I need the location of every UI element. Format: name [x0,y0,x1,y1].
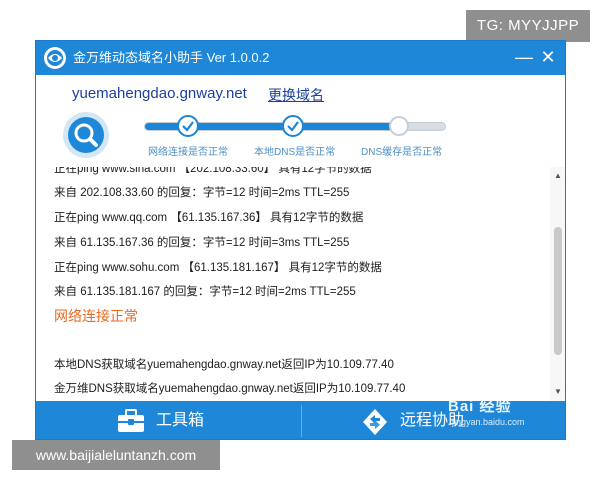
baidu-watermark: Bai 经验 [448,398,512,415]
close-button[interactable]: ✕ [537,46,559,68]
footer-divider [301,405,302,437]
scroll-up-arrow[interactable]: ▲ [550,169,565,183]
remote-assist-icon [363,409,387,435]
watermark-site: www.baijialeluntanzh.com [12,440,220,470]
titlebar: 金万维动态域名小助手 Ver 1.0.0.2 — ✕ [36,41,565,75]
window-title: 金万维动态域名小助手 Ver 1.0.0.2 [73,50,270,65]
step-1-label: 网络连接是否正常 [148,147,228,158]
baidu-watermark-url: jingyan.baidu.com [452,417,525,427]
log-area: 正在ping www.sina.com 【202.108.33.60】 具有12… [36,167,550,401]
app-window: 金万维动态域名小助手 Ver 1.0.0.2 — ✕ yuemahengdao.… [35,40,566,440]
scroll-thumb[interactable] [554,227,562,355]
dns-line-gnway: 金万维DNS获取域名yuemahengdao.gnway.net返回IP为10.… [54,383,406,395]
step-2-check-icon [282,115,304,137]
dns-line-local: 本地DNS获取域名yuemahengdao.gnway.net返回IP为10.1… [54,359,394,371]
log-line: 正在ping www.sohu.com 【61.135.181.167】 具有1… [54,262,382,274]
log-line: 正在ping www.sina.com 【202.108.33.60】 具有12… [54,167,372,175]
watermark-tg: TG: MYYJJPP [466,10,590,42]
status-text: 网络连接正常 [54,308,138,324]
toolbox-label: 工具箱 [156,412,205,429]
log-line: 来自 61.135.167.36 的回复：字节=12 时间=3ms TTL=25… [54,237,350,249]
magnifier-icon[interactable] [62,111,110,159]
log-line: 正在ping www.qq.com 【61.135.167.36】 具有12字节… [54,212,364,224]
scrollbar[interactable]: ▲ ▼ [550,167,565,401]
step-3-label: DNS缓存是否正常 [361,147,443,158]
step-2-label: 本地DNS是否正常 [254,147,336,158]
step-3-pending-icon [389,116,409,136]
step-1-check-icon [177,115,199,137]
scroll-down-arrow[interactable]: ▼ [550,385,565,399]
log-line: 来自 202.108.33.60 的回复：字节=12 时间=2ms TTL=25… [54,187,350,199]
log-line: 来自 61.135.181.167 的回复：字节=12 时间=2ms TTL=2… [54,286,356,298]
domain-name: yuemahengdao.gnway.net [72,85,247,102]
app-logo-icon [44,47,66,69]
minimize-button[interactable]: — [513,46,535,68]
toolbox-icon [118,409,144,432]
change-domain-link[interactable]: 更换域名 [268,85,324,105]
